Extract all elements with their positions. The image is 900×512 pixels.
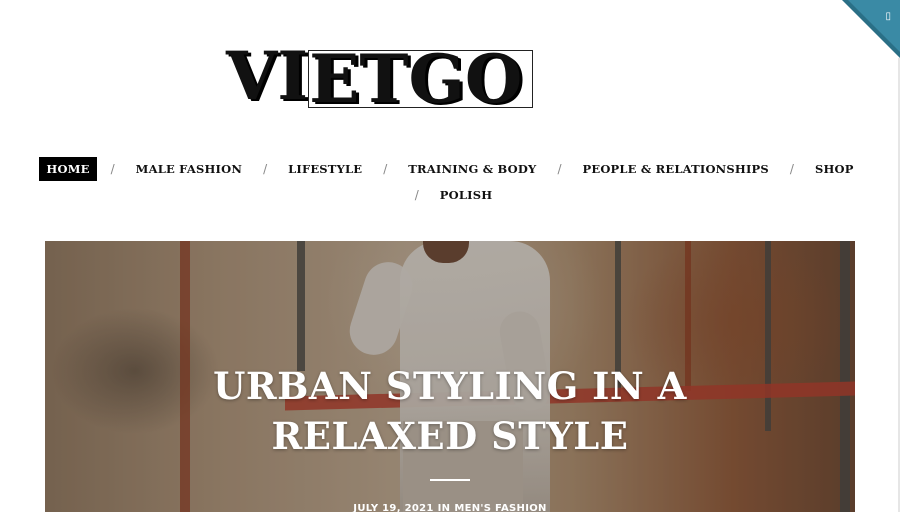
site-logo[interactable]: VI ETGO <box>226 37 534 115</box>
search-corner[interactable]: ▯ <box>842 0 900 58</box>
nav-separator: / <box>110 162 115 176</box>
post-category-prefix: IN <box>437 503 451 512</box>
corner-triangle-inner <box>848 0 900 52</box>
nav-separator: / <box>383 162 388 176</box>
nav-row-1: HOME / MALE FASHION / LIFESTYLE / TRAINI… <box>0 156 900 182</box>
nav-separator: / <box>789 162 794 176</box>
hero-post-title[interactable]: URBAN STYLING IN A RELAXED STYLE <box>45 361 855 461</box>
nav-item-lifestyle[interactable]: LIFESTYLE <box>281 157 369 181</box>
nav-item-home[interactable]: HOME <box>39 157 97 181</box>
main-navigation: HOME / MALE FASHION / LIFESTYLE / TRAINI… <box>0 156 900 208</box>
hero-featured-post[interactable]: URBAN STYLING IN A RELAXED STYLE JULY 19… <box>45 241 855 512</box>
nav-row-2: / POLISH <box>0 182 900 208</box>
hero-post-meta: JULY 19, 2021 IN MEN'S FASHION <box>45 503 855 512</box>
hero-divider <box>430 479 470 481</box>
nav-separator: / <box>263 162 268 176</box>
logo-text-part1: VI <box>226 37 309 115</box>
nav-separator: / <box>414 188 419 202</box>
nav-item-polish[interactable]: POLISH <box>433 183 500 207</box>
logo-text-part2: ETGO <box>308 46 534 112</box>
nav-item-male-fashion[interactable]: MALE FASHION <box>129 157 249 181</box>
post-date[interactable]: JULY 19, 2021 <box>353 503 433 512</box>
nav-separator: / <box>557 162 562 176</box>
nav-item-shop[interactable]: SHOP <box>808 157 861 181</box>
nav-item-people-relationships[interactable]: PEOPLE & RELATIONSHIPS <box>576 157 776 181</box>
post-category-link[interactable]: MEN'S FASHION <box>454 503 546 512</box>
nav-item-training-body[interactable]: TRAINING & BODY <box>401 157 543 181</box>
search-icon[interactable]: ▯ <box>885 12 891 22</box>
